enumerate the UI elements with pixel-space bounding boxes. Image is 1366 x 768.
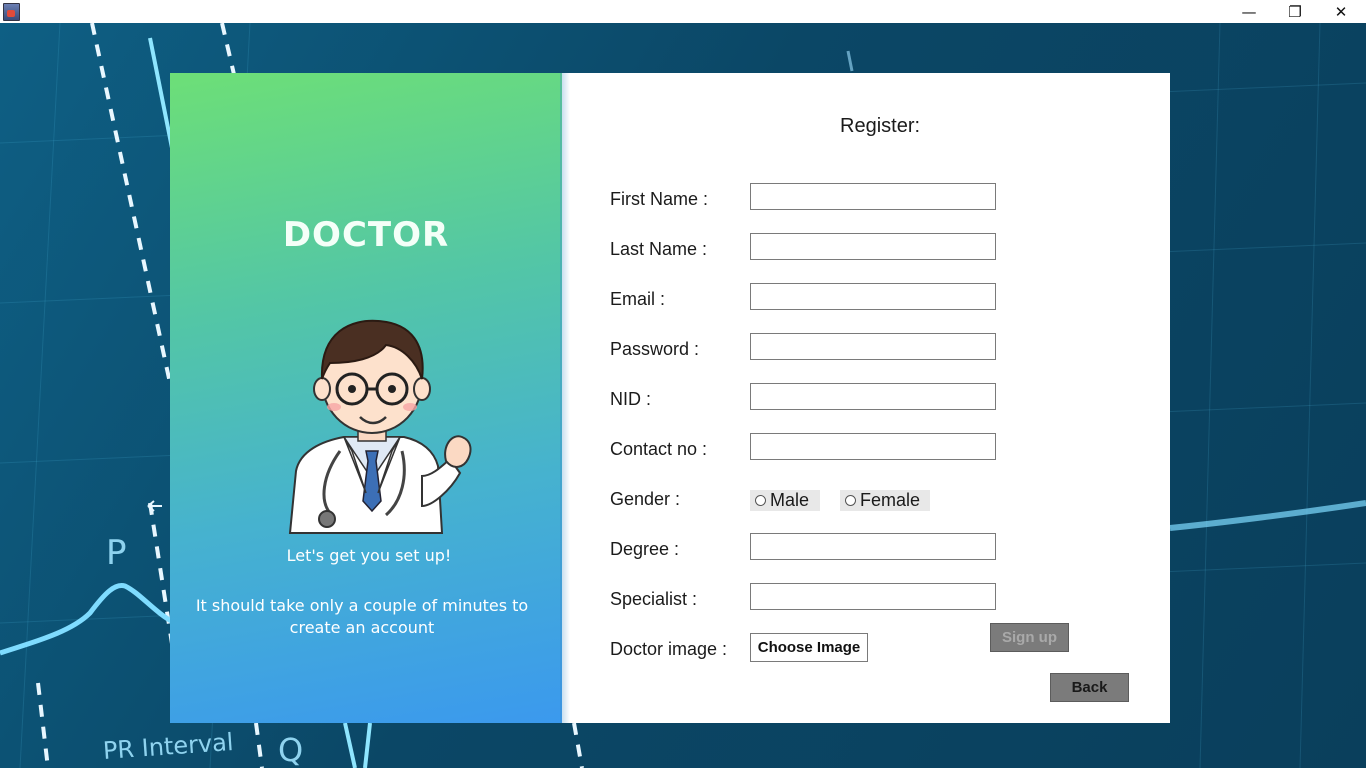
close-button[interactable]: ✕ — [1318, 0, 1364, 23]
first-name-label: First Name : — [610, 189, 709, 209]
restore-button[interactable]: ❐ — [1272, 0, 1318, 23]
minimize-button[interactable]: — — [1226, 0, 1272, 23]
panel-subtext: It should take only a couple of minutes … — [195, 596, 529, 637]
ecg-label-q: Q — [278, 731, 304, 768]
back-button[interactable]: Back — [1050, 673, 1129, 702]
degree-label: Degree : — [610, 539, 680, 559]
contact-input[interactable] — [750, 433, 996, 460]
gender-female-label: Female — [860, 490, 921, 510]
welcome-panel: DOCTOR Let's get you set up! It should t… — [170, 73, 570, 723]
email-input[interactable] — [750, 283, 996, 310]
specialist-input[interactable] — [750, 583, 996, 610]
doctor-image-label: Doctor image : — [610, 639, 728, 659]
sign-up-button[interactable]: Sign up — [990, 623, 1069, 652]
specialist-label: Specialist : — [610, 589, 698, 609]
panel-title: DOCTOR — [282, 215, 450, 255]
contact-label: Contact no : — [610, 439, 708, 459]
ecg-label-p: P — [106, 533, 127, 573]
radio-circle-icon — [845, 495, 856, 506]
last-name-label: Last Name : — [610, 239, 708, 259]
form-title: Register: — [840, 115, 921, 137]
panel-tagline: Let's get you set up! — [286, 546, 452, 565]
password-label: Password : — [610, 339, 700, 359]
degree-input[interactable] — [750, 533, 996, 560]
first-name-input[interactable] — [750, 183, 996, 210]
gender-male-radio[interactable]: Male — [750, 490, 820, 511]
gender-label: Gender : — [610, 489, 681, 509]
doctor-illustration — [288, 319, 472, 534]
nid-label: NID : — [610, 389, 652, 409]
password-input[interactable] — [750, 333, 996, 360]
gender-female-radio[interactable]: Female — [840, 490, 930, 511]
choose-image-button[interactable]: Choose Image — [750, 633, 868, 662]
radio-circle-icon — [755, 495, 766, 506]
window-title-bar: — ❐ ✕ — [0, 0, 1366, 24]
last-name-input[interactable] — [750, 233, 996, 260]
gender-male-label: Male — [770, 490, 810, 510]
email-label: Email : — [610, 289, 666, 309]
nid-input[interactable] — [750, 383, 996, 410]
java-app-icon — [3, 3, 20, 21]
